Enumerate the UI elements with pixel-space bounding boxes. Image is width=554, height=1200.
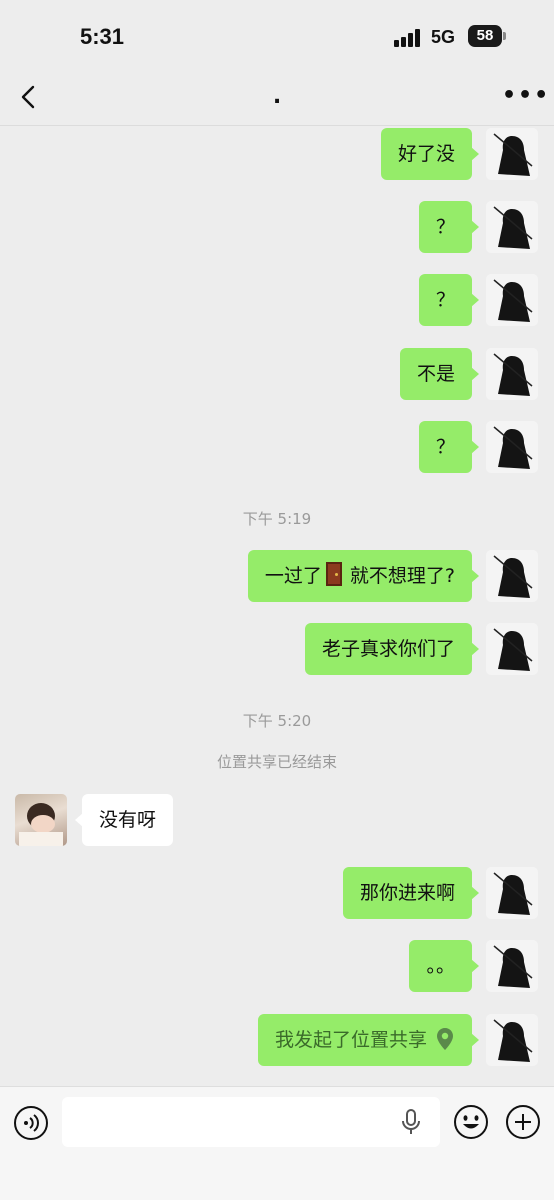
message-text: 就不想理了? xyxy=(349,565,455,587)
message-bubble[interactable]: ？ xyxy=(418,421,480,473)
chat-title: . xyxy=(272,84,282,109)
message-bubble[interactable]: 一过了 就不想理了? xyxy=(247,550,480,602)
self-avatar[interactable] xyxy=(486,867,538,919)
self-avatar[interactable] xyxy=(486,128,538,180)
message-input[interactable] xyxy=(62,1097,440,1147)
system-notice: 位置共享已经结束 xyxy=(216,753,337,771)
status-time: 5:31 xyxy=(80,24,125,49)
plus-icon[interactable] xyxy=(505,1104,541,1140)
contact-avatar[interactable] xyxy=(15,794,67,846)
self-avatar[interactable] xyxy=(486,623,538,675)
self-avatar[interactable] xyxy=(486,348,538,400)
self-avatar[interactable] xyxy=(486,940,538,992)
self-avatar[interactable] xyxy=(486,201,538,253)
voice-input-icon[interactable] xyxy=(13,1105,49,1141)
input-bar xyxy=(0,1086,554,1200)
message-bubble[interactable]: ？ xyxy=(418,201,480,253)
message-timestamp: 下午 5:19 xyxy=(242,510,312,528)
message-bubble[interactable]: 不是 xyxy=(399,348,480,400)
microphone-icon[interactable] xyxy=(400,1108,422,1136)
signal-strength-icon xyxy=(394,29,422,47)
message-bubble[interactable]: ？ xyxy=(418,274,480,326)
battery-icon: 58 xyxy=(468,25,502,47)
location-pin-icon xyxy=(437,1028,453,1050)
message-bubble[interactable]: 那你进来啊 xyxy=(342,867,480,919)
self-avatar[interactable] xyxy=(486,421,538,473)
message-bubble[interactable]: 好了没 xyxy=(380,128,480,180)
message-bubble[interactable]: 没有呀 xyxy=(74,794,174,846)
message-list[interactable]: 好了没 ？ ？ 不是 ？ 下午 5:19 一过了 就不想理了? 老子真求你们了 下… xyxy=(0,126,554,1086)
self-avatar[interactable] xyxy=(486,1014,538,1066)
battery-tip xyxy=(503,32,506,40)
message-bubble[interactable]: 。。 xyxy=(409,940,479,992)
emoji-icon[interactable] xyxy=(453,1104,489,1140)
message-text: 我发起了位置共享 xyxy=(274,1029,427,1051)
status-bar: 5:31 5G 58 xyxy=(0,0,554,72)
location-share-bubble[interactable]: 我发起了位置共享 xyxy=(257,1014,480,1066)
message-text: 一过了 xyxy=(264,565,322,587)
door-emoji-icon xyxy=(325,562,342,586)
network-type: 5G xyxy=(431,27,456,47)
message-bubble[interactable]: 老子真求你们了 xyxy=(304,623,480,675)
more-options-icon[interactable]: ••• xyxy=(502,84,548,108)
message-timestamp: 下午 5:20 xyxy=(242,712,312,730)
chat-header: . ••• xyxy=(0,72,554,126)
self-avatar[interactable] xyxy=(486,550,538,602)
self-avatar[interactable] xyxy=(486,274,538,326)
